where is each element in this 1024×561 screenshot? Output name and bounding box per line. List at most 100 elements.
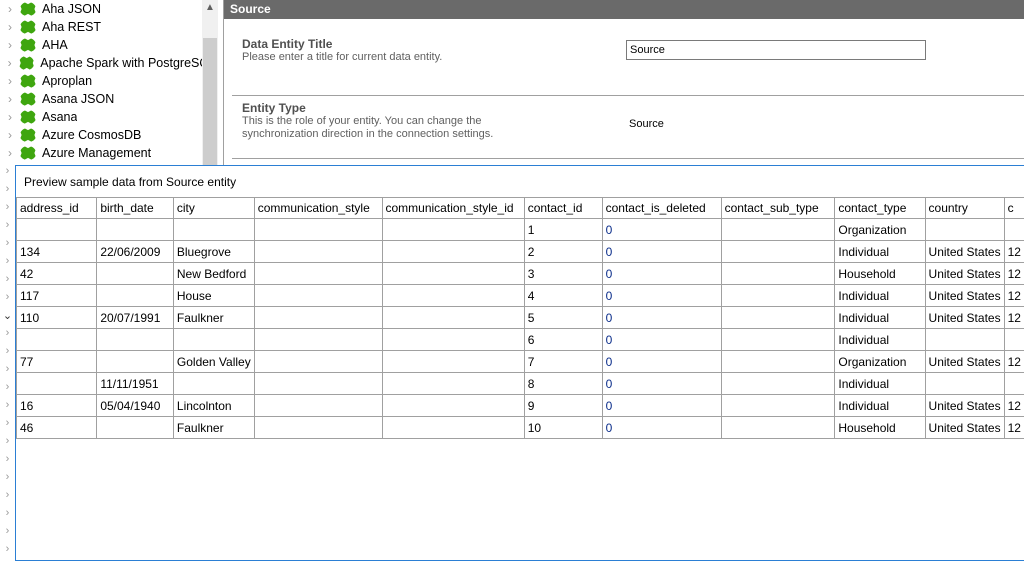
chevron-right-icon[interactable]: › <box>0 183 15 201</box>
tree-item[interactable]: › Azure Management <box>0 144 205 162</box>
chevron-right-icon[interactable]: › <box>0 56 15 70</box>
table-cell <box>172 372 255 395</box>
chevron-right-icon[interactable]: › <box>0 38 16 52</box>
table-cell: 12 <box>1003 262 1024 285</box>
chevron-right-icon[interactable]: › <box>0 165 15 183</box>
table-cell: Individual <box>834 284 926 307</box>
chevron-right-icon[interactable]: › <box>0 273 15 291</box>
chevron-right-icon[interactable]: › <box>0 291 15 309</box>
table-row[interactable]: 117 House 4 0 Individual United States 12 <box>15 284 1024 307</box>
tree-item[interactable]: › AHA <box>0 36 205 54</box>
chevron-right-icon[interactable]: › <box>0 435 15 453</box>
table-cell: 2 <box>523 240 603 263</box>
chevron-down-icon[interactable]: ⌄ <box>0 309 15 327</box>
table-cell: 46 <box>15 416 98 439</box>
connector-icon <box>19 56 35 70</box>
column-header[interactable]: contact_is_deleted <box>601 197 722 219</box>
table-cell: 12 <box>1003 394 1024 417</box>
chevron-right-icon[interactable]: › <box>0 345 15 363</box>
chevron-right-icon[interactable]: › <box>0 110 16 124</box>
column-header[interactable]: address_id <box>15 197 98 219</box>
column-header[interactable]: country <box>924 197 1005 219</box>
entity-settings-panel: Source Data Entity Title Please enter a … <box>223 0 1024 165</box>
table-cell <box>381 372 525 395</box>
table-cell <box>720 218 836 241</box>
table-cell <box>720 372 836 395</box>
chevron-right-icon[interactable]: › <box>0 146 16 160</box>
chevron-right-icon[interactable]: › <box>0 237 15 255</box>
column-header[interactable]: communication_style <box>253 197 383 219</box>
table-cell: 16 <box>15 394 98 417</box>
table-row[interactable]: 16 05/04/1940 Lincolnton 9 0 Individual United… <box>15 394 1024 417</box>
tree-item[interactable]: › Aha REST <box>0 18 205 36</box>
tree-item[interactable]: › Asana JSON <box>0 90 205 108</box>
column-header[interactable]: birth_date <box>96 197 174 219</box>
tree-item[interactable]: › Aproplan <box>0 72 205 90</box>
chevron-right-icon[interactable]: › <box>0 327 15 345</box>
chevron-right-icon[interactable]: › <box>0 201 15 219</box>
chevron-right-icon[interactable]: › <box>0 525 15 543</box>
column-header[interactable]: c <box>1003 197 1024 219</box>
chevron-right-icon[interactable]: › <box>0 417 15 435</box>
table-row[interactable]: 77 Golden Valley 7 0 Organization United Stat… <box>15 350 1024 373</box>
table-cell <box>924 218 1005 241</box>
table-row[interactable]: 1 0 Organization <box>15 218 1024 241</box>
table-cell: 0 <box>601 372 722 395</box>
chevron-right-icon[interactable]: › <box>0 128 16 142</box>
tree-item-label: Azure Management <box>42 146 152 160</box>
chevron-right-icon[interactable]: › <box>0 507 15 525</box>
table-cell <box>96 416 174 439</box>
tree-item[interactable]: › Azure CosmosDB <box>0 126 205 144</box>
chevron-right-icon[interactable]: › <box>0 363 15 381</box>
chevron-right-icon[interactable]: › <box>0 74 16 88</box>
chevron-right-icon[interactable]: › <box>0 453 15 471</box>
tree-item-label: Apache Spark with PostgreSQL <box>40 56 206 70</box>
tree-item[interactable]: › Apache Spark with PostgreSQL <box>0 54 205 72</box>
table-row[interactable]: 42 New Bedford 3 0 Household United States 12 <box>15 262 1024 285</box>
chevron-right-icon[interactable]: › <box>0 489 15 507</box>
chevron-right-icon[interactable]: › <box>0 2 16 16</box>
column-header[interactable]: city <box>172 197 255 219</box>
table-cell: 0 <box>601 262 722 285</box>
chevron-right-icon[interactable]: › <box>0 381 15 399</box>
chevron-right-icon[interactable]: › <box>0 543 15 561</box>
table-cell: 22/06/2009 <box>96 240 174 263</box>
table-cell: 12 <box>1003 306 1024 329</box>
table-cell: Faulkner <box>172 416 255 439</box>
column-header[interactable]: contact_sub_type <box>720 197 836 219</box>
table-cell <box>381 416 525 439</box>
chevron-right-icon[interactable]: › <box>0 399 15 417</box>
table-cell <box>253 394 383 417</box>
table-cell: 05/04/1940 <box>96 394 174 417</box>
entity-title-input[interactable] <box>626 40 926 60</box>
table-row[interactable]: 11/11/1951 8 0 Individual <box>15 372 1024 395</box>
tree-item[interactable]: › Aha JSON <box>0 0 205 18</box>
table-cell: United States <box>924 394 1005 417</box>
divider <box>232 158 1024 159</box>
table-cell <box>720 306 836 329</box>
table-row[interactable]: 134 22/06/2009 Bluegrove 2 0 Individual United… <box>15 240 1024 263</box>
column-header[interactable]: communication_style_id <box>381 197 525 219</box>
table-cell: 117 <box>15 284 98 307</box>
table-cell <box>253 372 383 395</box>
tree-item[interactable]: › Asana <box>0 108 205 126</box>
panel-header: Source <box>224 0 1024 19</box>
chevron-right-icon[interactable]: › <box>0 255 15 273</box>
column-header[interactable]: contact_type <box>834 197 926 219</box>
preview-table: address_id birth_date city communication_st… <box>15 197 1024 439</box>
column-header[interactable]: contact_id <box>523 197 603 219</box>
table-row[interactable]: 46 Faulkner 10 0 Household United States 12 <box>15 416 1024 439</box>
chevron-right-icon[interactable]: › <box>0 20 16 34</box>
scroll-up-icon[interactable]: ▲ <box>202 2 218 13</box>
connector-icon <box>20 74 36 88</box>
scroll-thumb[interactable] <box>203 38 217 165</box>
tree-scrollbar[interactable]: ▲ <box>202 0 218 165</box>
chevron-right-icon[interactable]: › <box>0 471 15 489</box>
table-row[interactable]: 6 0 Individual <box>15 328 1024 351</box>
table-cell <box>720 350 836 373</box>
table-cell <box>15 328 98 351</box>
table-cell <box>381 262 525 285</box>
chevron-right-icon[interactable]: › <box>0 219 15 237</box>
table-row[interactable]: 110 20/07/1991 Faulkner 5 0 Individual United … <box>15 306 1024 329</box>
chevron-right-icon[interactable]: › <box>0 92 16 106</box>
